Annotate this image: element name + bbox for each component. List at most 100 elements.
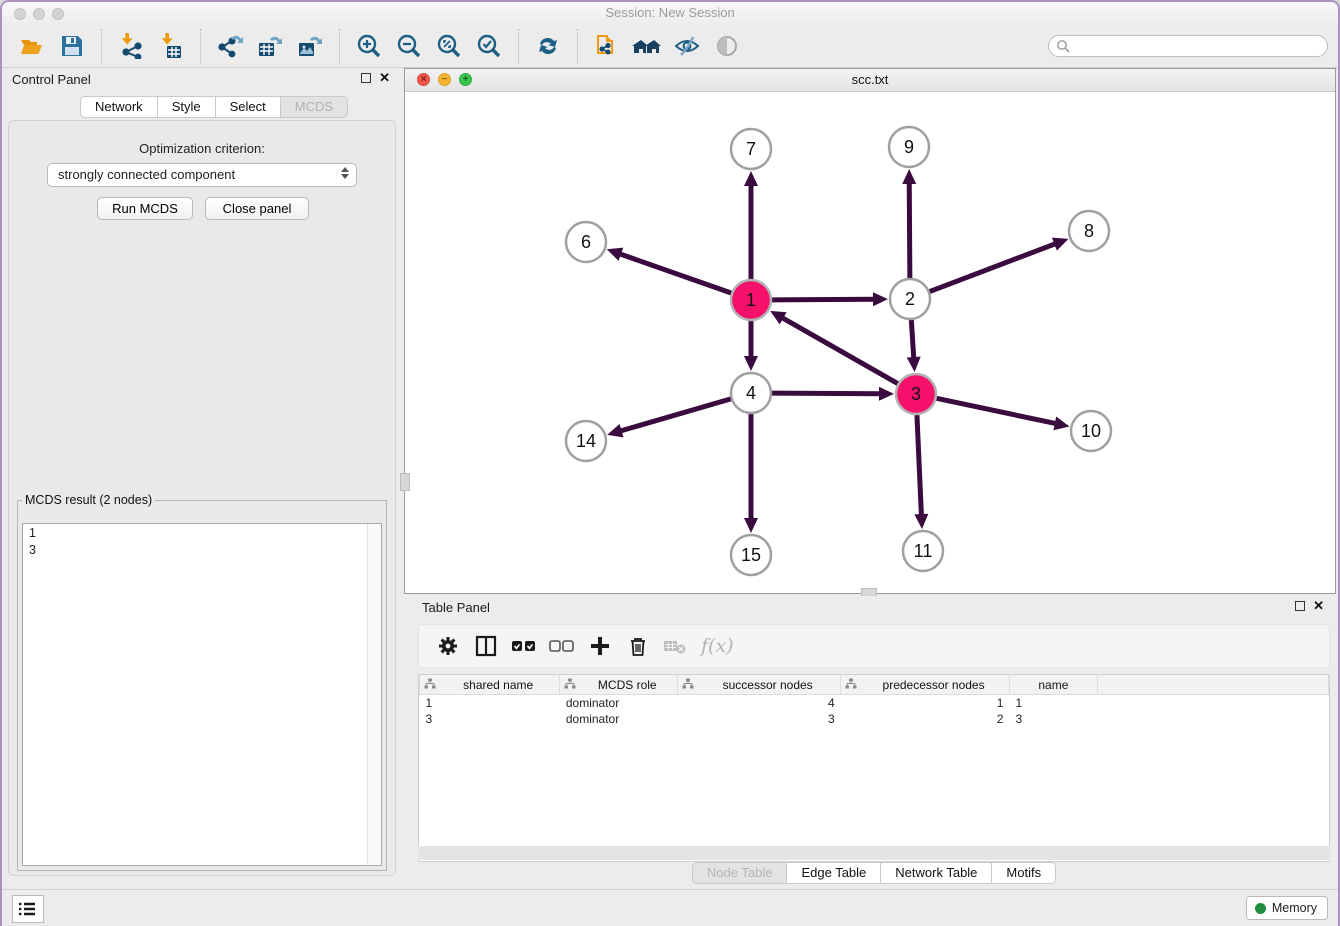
tab-network-table[interactable]: Network Table [880,862,991,884]
column-header-label: name [1014,678,1093,692]
toolbar-separator [101,29,102,63]
delete-column-icon[interactable] [624,632,652,660]
first-neighbors-icon[interactable] [632,31,662,61]
tab-motifs[interactable]: Motifs [991,862,1056,884]
mcds-result-scrollbar[interactable] [367,524,381,865]
memory-button-label: Memory [1272,901,1317,915]
optimization-criterion-select[interactable]: strongly connected component [47,163,357,187]
zoom-in-icon[interactable] [354,31,384,61]
column-header-label: shared name [441,678,555,692]
column-view-icon[interactable] [472,632,500,660]
save-session-icon[interactable] [57,31,87,61]
control-panel-close-icon[interactable]: ✕ [379,73,390,83]
graph-edge-4-3[interactable] [772,393,882,394]
control-panel-float-icon[interactable] [361,73,371,83]
tab-mcds[interactable]: MCDS [280,96,348,118]
show-all-icon[interactable] [712,31,742,61]
zoom-out-icon[interactable] [394,31,424,61]
graph-edge-2-9[interactable] [909,181,910,278]
table-cell[interactable]: 3 [1009,711,1097,727]
table-cell[interactable]: 1 [1009,695,1097,712]
network-window-titlebar[interactable]: × − + scc.txt [405,69,1335,92]
graph-edge-arrowhead [914,514,928,529]
close-panel-button[interactable]: Close panel [205,197,309,220]
graph-edge-arrowhead [744,518,758,533]
graph-edge-arrowhead [607,424,623,437]
table-panel-float-icon[interactable] [1295,601,1305,611]
export-network-icon[interactable] [215,31,245,61]
column-header-successor-nodes[interactable]: successor nodes [678,675,841,695]
select-all-icon[interactable] [510,632,538,660]
tab-network[interactable]: Network [80,96,157,118]
network-graph[interactable]: 7968124314101511 [405,91,1335,593]
settings-gear-icon[interactable] [434,632,462,660]
import-table-icon[interactable] [156,31,186,61]
zoom-fit-icon[interactable] [434,31,464,61]
graph-edge-2-8[interactable] [930,243,1058,291]
table-row[interactable]: 3dominator323 [420,711,1329,727]
graph-node-label-4: 4 [746,383,756,403]
table-row[interactable]: 1dominator411 [420,695,1329,712]
table-cell[interactable]: 2 [841,711,1010,727]
table-cell-filler [1097,695,1328,712]
new-network-from-selection-icon[interactable] [592,31,622,61]
table-cell[interactable]: 1 [420,695,560,712]
main-toolbar [2,24,1338,68]
column-header-mcds-role[interactable]: MCDS role [560,675,678,695]
export-image-icon[interactable] [295,31,325,61]
deselect-all-icon[interactable] [548,632,576,660]
panel-splitter-handle-vertical[interactable] [400,473,410,491]
column-header-name[interactable]: name [1009,675,1097,695]
mcds-result-text[interactable]: 13 [22,523,382,866]
graph-node-label-9: 9 [904,137,914,157]
open-file-icon[interactable] [17,31,47,61]
hide-selected-icon[interactable] [672,31,702,61]
table-cell[interactable]: 3 [678,711,841,727]
task-history-button[interactable] [12,895,44,923]
graph-node-label-7: 7 [746,139,756,159]
graph-edge-2-3[interactable] [911,320,914,360]
column-type-icon [845,678,857,692]
run-mcds-button[interactable]: Run MCDS [97,197,193,220]
graph-edge-4-14[interactable] [619,399,731,432]
graph-edge-arrowhead [879,387,894,401]
zoom-selected-icon[interactable] [474,31,504,61]
import-network-icon[interactable] [116,31,146,61]
table-tabs: Node TableEdge TableNetwork TableMotifs [410,862,1338,884]
graph-edge-3-11[interactable] [917,415,922,517]
tab-select[interactable]: Select [215,96,280,118]
column-header-shared-name[interactable]: shared name [420,675,560,695]
node-table-grid[interactable]: shared name MCDS role successor nodes prede… [419,675,1329,727]
memory-button[interactable]: Memory [1246,896,1328,920]
tab-edge-table[interactable]: Edge Table [786,862,880,884]
graph-edge-1-6[interactable] [618,253,731,293]
table-cell[interactable]: dominator [560,711,678,727]
graph-edge-arrowhead [907,357,921,372]
table-cell[interactable]: 3 [420,711,560,727]
table-panel-close-icon[interactable]: ✕ [1313,601,1324,611]
tab-style[interactable]: Style [157,96,215,118]
mcds-result-lines: 13 [29,525,375,559]
graph-edge-1-2[interactable] [772,299,876,300]
column-header-label: successor nodes [699,678,836,692]
search-input[interactable] [1048,35,1328,57]
delete-table-icon[interactable] [662,632,690,660]
graph-edge-3-1[interactable] [781,317,898,384]
graph-edge-3-10[interactable] [937,398,1058,424]
add-column-icon[interactable] [586,632,614,660]
toolbar-separator [339,29,340,63]
export-table-icon[interactable] [255,31,285,61]
table-cell[interactable]: dominator [560,695,678,712]
graph-node-label-8: 8 [1084,221,1094,241]
graph-edge-arrowhead [1053,416,1069,430]
search-field-wrap [1048,35,1328,57]
column-type-icon [564,678,576,692]
table-cell[interactable]: 1 [841,695,1010,712]
column-header-predecessor-nodes[interactable]: predecessor nodes [841,675,1010,695]
refresh-icon[interactable] [533,31,563,61]
graph-edge-arrowhead [744,356,758,371]
application-window: Session: New Session [0,0,1340,926]
table-cell[interactable]: 4 [678,695,841,712]
table-panel: Table Panel ✕ [410,596,1338,892]
tab-node-table[interactable]: Node Table [692,862,787,884]
